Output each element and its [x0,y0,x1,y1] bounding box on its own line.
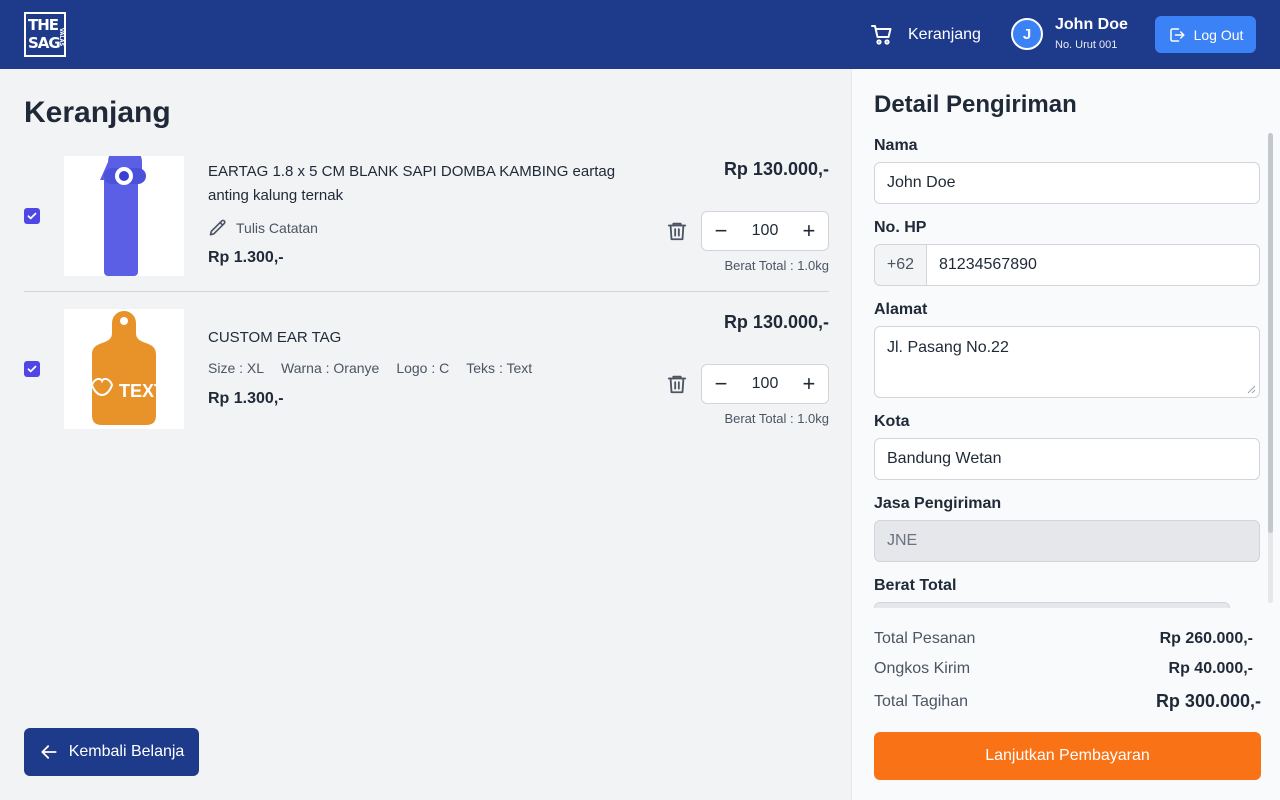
shipping-cost-value: Rp 40.000,- [1168,660,1253,677]
nav-cart-label: Keranjang [908,26,981,43]
item-total-price: Rp 130.000,- [723,312,829,332]
avatar: J [1011,18,1043,50]
phone-prefix: +62 [874,244,927,286]
phone-label: No. HP [874,219,927,236]
address-label: Alamat [874,301,928,318]
increase-button[interactable]: + [800,220,818,242]
back-to-shop-button[interactable]: Kembali Belanja [24,728,199,776]
item-total-price: Rp 130.000,- [723,159,829,179]
variant-text: Teks : Text [466,360,533,376]
top-navbar: THE SAG VALAS Keranjang J John Doe No. U… [0,0,1280,69]
trash-icon [667,222,687,241]
logout-button[interactable]: Log Out [1155,16,1256,53]
name-label: Nama [874,137,918,154]
unit-price: Rp 1.300,- [208,390,284,407]
user-name: John Doe [1055,16,1128,33]
product-image[interactable]: TEXT [64,309,184,429]
logout-label: Log Out [1193,26,1244,43]
unit-price: Rp 1.300,- [208,249,284,266]
shipping-cost-label: Ongkos Kirim [874,660,971,677]
courier-field: JNE [874,520,1260,562]
bill-total-row: Total Tagihan Rp 300.000,- [874,691,1261,712]
courier-label: Jasa Pengiriman [874,495,1002,512]
back-to-shop-label: Kembali Belanja [68,743,185,760]
delete-item-button[interactable] [666,373,688,400]
product-image[interactable] [64,145,184,276]
increase-button[interactable]: + [800,373,818,395]
logo-line-1: THE [28,16,59,34]
continue-payment-button[interactable]: Lanjutkan Pembayaran [874,732,1261,780]
weight-label: Berat Total [874,577,957,594]
item-weight: Berat Total : 1.0kg [724,258,829,273]
shipping-cost-row: Ongkos Kirim Rp 40.000,- [874,660,1253,678]
brand-logo[interactable]: THE SAG VALAS [24,12,66,57]
check-icon [27,365,37,373]
order-total-value: Rp 260.000,- [1159,630,1253,647]
write-note-link[interactable]: Tulis Catatan [208,218,318,238]
product-name: CUSTOM EAR TAG [208,329,342,346]
bill-total-value: Rp 300.000,- [1155,691,1261,711]
quantity-value[interactable]: 100 [752,375,779,393]
product-variants: Size : XL Warna : Oranye Logo : C Teks :… [208,360,532,376]
nav-cart-link[interactable]: Keranjang [870,22,981,48]
eartag-image [100,145,146,276]
city-label: Kota [874,413,910,430]
item-checkbox[interactable] [24,208,40,224]
decrease-button[interactable]: − [712,220,730,242]
quantity-stepper: − 100 + [701,211,829,251]
order-total-label: Total Pesanan [874,630,976,647]
name-field[interactable]: John Doe [874,162,1260,204]
order-total-row: Total Pesanan Rp 260.000,- [874,630,1253,648]
item-checkbox[interactable] [24,361,40,377]
delete-item-button[interactable] [666,220,688,247]
arrow-left-icon [41,745,57,759]
bill-total-label: Total Tagihan [874,692,968,710]
logout-icon [1169,27,1185,42]
shipping-form: Nama John Doe No. HP +62 81234567890 Ala… [874,135,1260,608]
shipping-panel: Detail Pengiriman Nama John Doe No. HP +… [851,69,1280,800]
address-field[interactable]: Jl. Pasang No.22 [874,326,1260,398]
weight-field [874,602,1230,608]
logo-small-text: VALAS [58,28,64,47]
trash-icon [667,375,687,394]
write-note-label: Tulis Catatan [236,220,318,236]
user-number: No. Urut 001 [1055,39,1118,51]
phone-field[interactable]: 81234567890 [926,244,1260,286]
panel-scrollbar[interactable] [1268,133,1273,603]
check-icon [27,212,37,220]
pencil-icon [209,219,226,236]
product-name: EARTAG 1.8 x 5 CM BLANK SAPI DOMBA KAMBI… [208,163,616,204]
shipping-title: Detail Pengiriman [874,91,1077,118]
variant-color: Warna : Oranye [281,360,380,376]
quantity-stepper: − 100 + [701,364,829,404]
scrollbar-thumb[interactable] [1268,133,1273,533]
item-weight: Berat Total : 1.0kg [724,411,829,426]
variant-size: Size : XL [208,360,265,376]
page-title: Keranjang [24,96,171,129]
variant-logo: Logo : C [396,360,450,376]
decrease-button[interactable]: − [712,373,730,395]
custom-eartag-image: TEXT [90,311,165,425]
cart-item: EARTAG 1.8 x 5 CM BLANK SAPI DOMBA KAMBI… [24,145,829,292]
address-value: Jl. Pasang No.22 [887,339,1009,356]
cart-item: TEXT CUSTOM EAR TAG Size : XL Warna : Or… [24,308,829,438]
cart-icon [871,25,892,45]
user-profile[interactable]: J John Doe No. Urut 001 [1011,15,1128,53]
resize-grip-icon[interactable] [1246,384,1256,394]
custom-eartag-text: TEXT [119,381,165,401]
city-field[interactable]: Bandung Wetan [874,438,1260,480]
quantity-value[interactable]: 100 [752,222,779,240]
